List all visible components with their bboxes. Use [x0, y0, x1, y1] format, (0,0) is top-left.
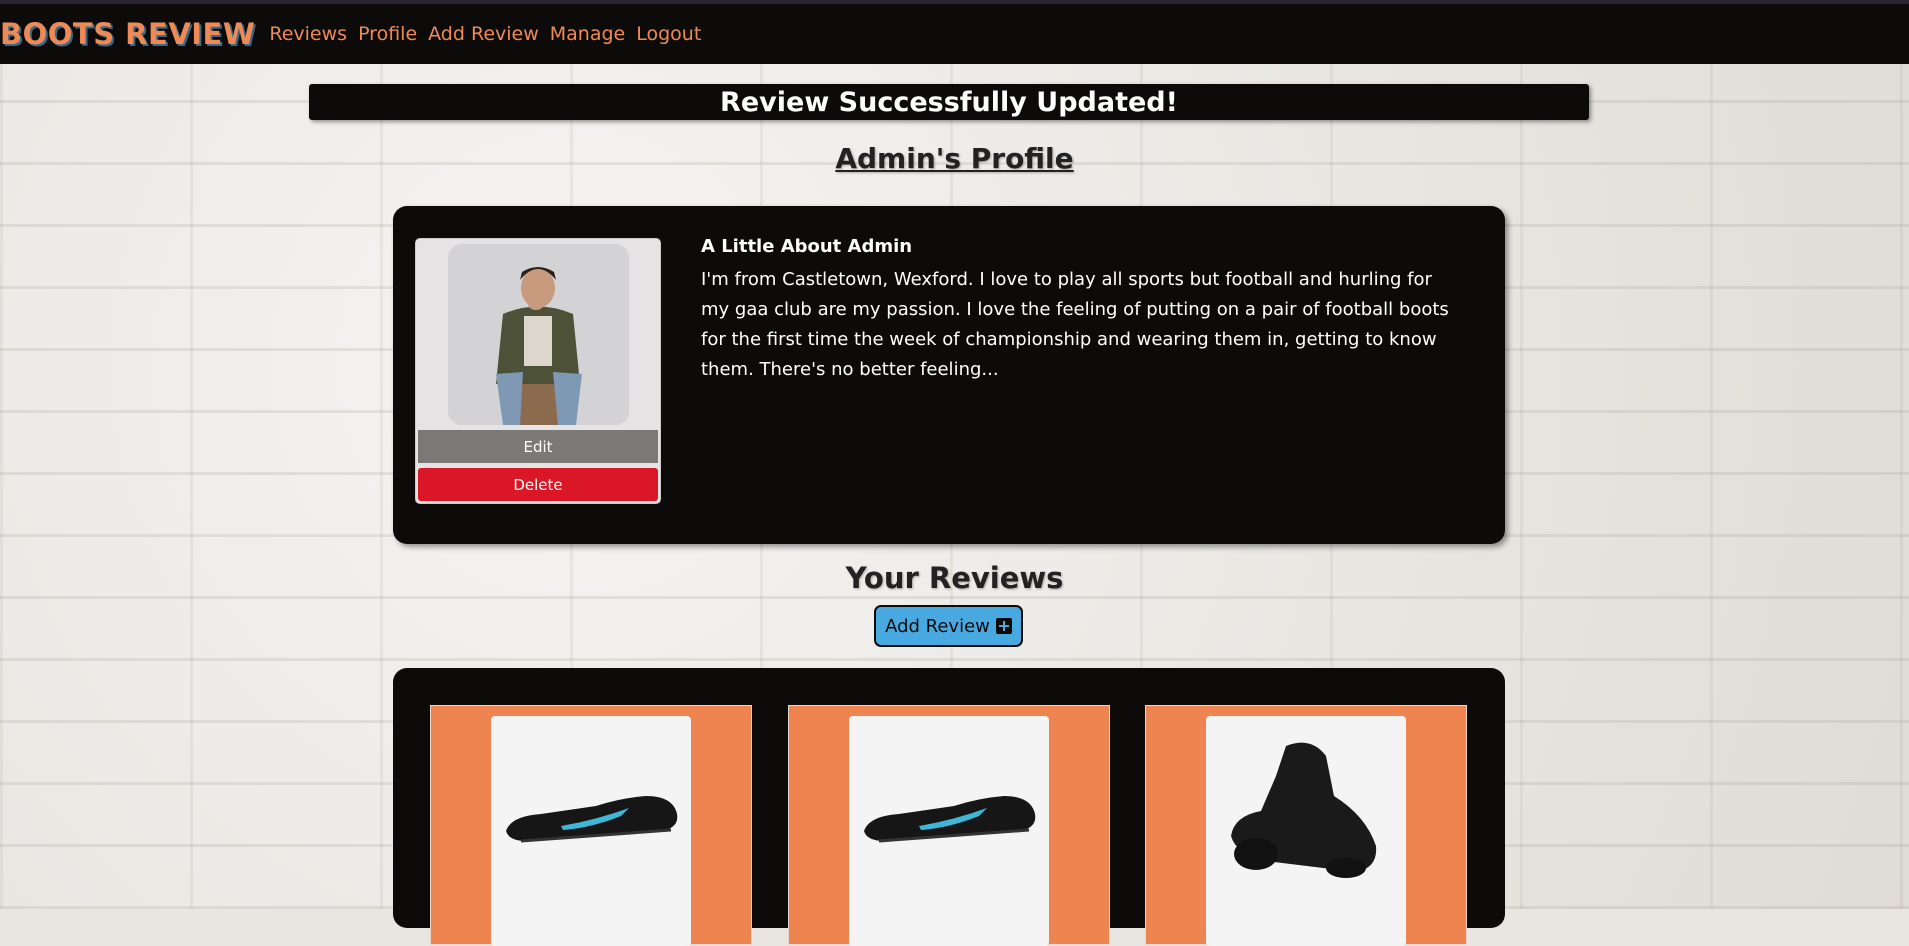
- nav-link-logout[interactable]: Logout: [636, 23, 701, 45]
- boot-low-icon: [506, 796, 678, 843]
- review-card[interactable]: [1145, 705, 1467, 946]
- review-image: [1206, 716, 1406, 946]
- about-heading: A Little About Admin: [701, 236, 913, 257]
- edit-profile-button[interactable]: Edit: [418, 430, 658, 463]
- nav-link-manage[interactable]: Manage: [550, 23, 625, 45]
- about-text: I'm from Castletown, Wexford. I love to …: [701, 269, 1449, 380]
- plus-square-icon: [995, 618, 1012, 634]
- profile-card: Edit Delete A Little About Admin I'm fro…: [393, 206, 1505, 544]
- avatar: [448, 244, 629, 425]
- alert-message: Review Successfully Updated!: [720, 86, 1178, 118]
- brand-logo[interactable]: BOOTS REVIEW: [0, 17, 255, 51]
- review-image: [849, 716, 1049, 946]
- avatar-box: Edit Delete: [415, 238, 661, 504]
- boot-low-icon: [864, 796, 1036, 843]
- nav-links: Reviews Profile Add Review Manage Logout: [269, 23, 712, 45]
- review-card[interactable]: [430, 705, 752, 946]
- nav-link-add-review[interactable]: Add Review: [428, 23, 539, 45]
- about-section: A Little About Admin I'm from Castletown…: [701, 236, 1461, 385]
- nav-link-reviews[interactable]: Reviews: [269, 23, 347, 45]
- review-image: [491, 716, 691, 946]
- navbar: BOOTS REVIEW Reviews Profile Add Review …: [0, 0, 1909, 64]
- nav-link-profile[interactable]: Profile: [358, 23, 417, 45]
- add-review-label: Add Review: [885, 615, 990, 637]
- person-photo-icon: [448, 244, 629, 425]
- profile-title: Admin's Profile: [835, 142, 1074, 175]
- review-card[interactable]: [788, 705, 1110, 946]
- success-alert: Review Successfully Updated!: [309, 84, 1589, 120]
- reviews-title: Your Reviews: [845, 561, 1064, 595]
- boot-high-icon: [1231, 742, 1377, 878]
- add-review-button[interactable]: Add Review: [874, 605, 1023, 647]
- delete-profile-button[interactable]: Delete: [418, 468, 658, 501]
- reviews-panel: [393, 668, 1505, 946]
